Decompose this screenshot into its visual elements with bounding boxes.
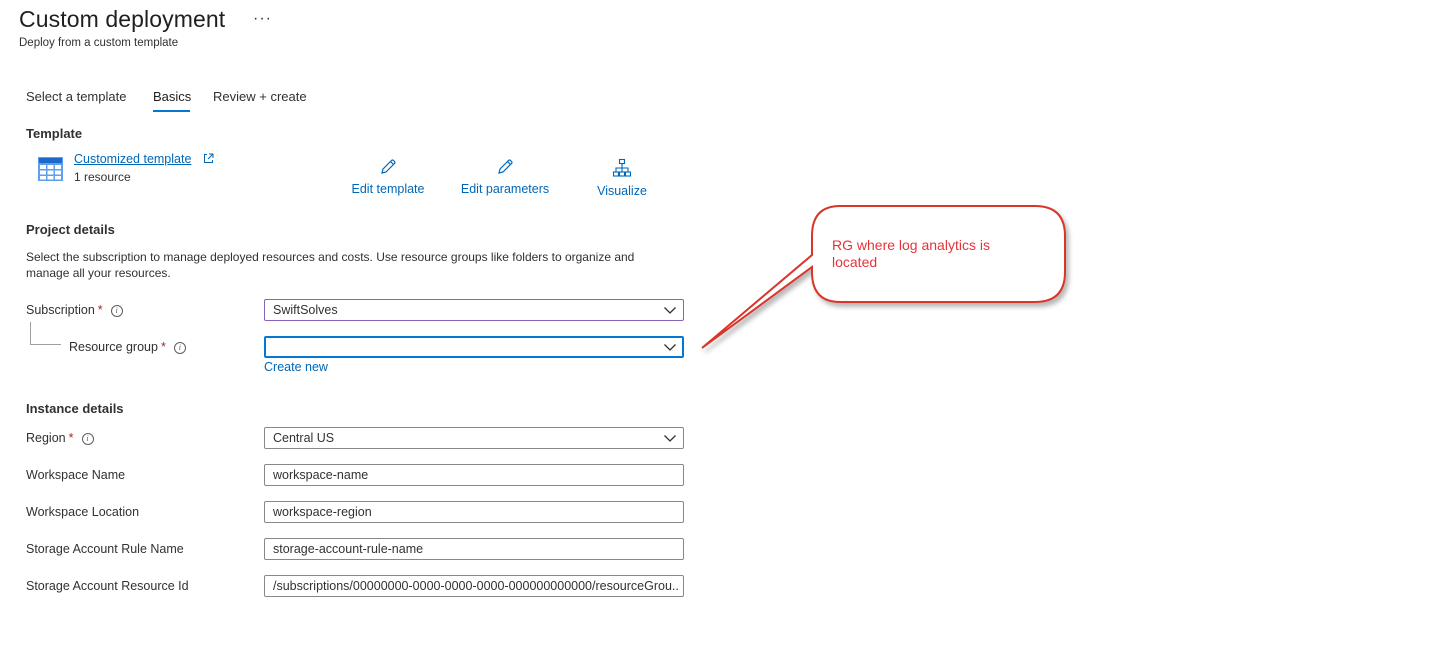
required-marker: * bbox=[97, 303, 103, 317]
visualize-label: Visualize bbox=[597, 184, 647, 198]
required-marker: * bbox=[68, 431, 74, 445]
chevron-down-icon bbox=[664, 307, 676, 314]
info-icon[interactable]: i bbox=[110, 305, 123, 317]
workspace-location-input[interactable]: workspace-region bbox=[264, 501, 684, 523]
storage-account-resource-id-input[interactable]: /subscriptions/00000000-0000-0000-0000-0… bbox=[264, 575, 684, 597]
create-new-link[interactable]: Create new bbox=[264, 360, 328, 374]
edit-parameters-button[interactable]: Edit parameters bbox=[450, 158, 560, 196]
info-icon[interactable]: i bbox=[173, 342, 186, 354]
tree-connector-horizontal bbox=[30, 344, 61, 345]
storage-account-resource-id-value: /subscriptions/00000000-0000-0000-0000-0… bbox=[273, 579, 678, 593]
storage-account-rule-name-label: Storage Account Rule Name bbox=[26, 542, 184, 556]
tree-connector-vertical bbox=[30, 322, 31, 344]
storage-account-rule-name-value: storage-account-rule-name bbox=[273, 542, 424, 556]
page-subtitle: Deploy from a custom template bbox=[19, 37, 179, 49]
region-label: Region * i bbox=[26, 431, 94, 445]
ellipsis-icon[interactable]: ··· bbox=[253, 10, 272, 28]
chevron-down-icon bbox=[664, 344, 676, 351]
edit-template-button[interactable]: Edit template bbox=[333, 158, 443, 196]
info-icon[interactable]: i bbox=[81, 433, 94, 445]
project-details-heading: Project details bbox=[26, 222, 115, 237]
workspace-name-label: Workspace Name bbox=[26, 468, 126, 482]
workspace-name-input[interactable]: workspace-name bbox=[264, 464, 684, 486]
region-dropdown[interactable]: Central US bbox=[264, 427, 684, 449]
callout-annotation bbox=[701, 205, 1066, 349]
storage-account-resource-id-label: Storage Account Resource Id bbox=[26, 579, 189, 593]
region-value: Central US bbox=[273, 431, 335, 445]
project-details-description: Select the subscription to manage deploy… bbox=[26, 250, 635, 280]
resource-group-label-text: Resource group bbox=[69, 340, 158, 354]
active-tab-indicator bbox=[153, 110, 190, 112]
page-title: Custom deployment bbox=[19, 6, 226, 32]
template-resource-count: 1 resource bbox=[74, 170, 131, 184]
subscription-dropdown[interactable]: SwiftSolves bbox=[264, 299, 684, 321]
external-link-icon[interactable] bbox=[203, 153, 214, 164]
hierarchy-icon bbox=[612, 158, 632, 177]
tab-review-create[interactable]: Review + create bbox=[213, 89, 307, 104]
template-grid-icon bbox=[38, 157, 63, 181]
workspace-name-value: workspace-name bbox=[273, 468, 369, 482]
pencil-icon bbox=[381, 159, 396, 174]
instance-details-heading: Instance details bbox=[26, 401, 124, 416]
resource-group-label: Resource group * i bbox=[69, 340, 186, 354]
subscription-label-text: Subscription bbox=[26, 303, 95, 317]
subscription-label: Subscription * i bbox=[26, 303, 123, 317]
pencil-icon bbox=[498, 159, 513, 174]
edit-template-label: Edit template bbox=[351, 182, 425, 196]
tab-basics[interactable]: Basics bbox=[153, 89, 191, 104]
resource-group-dropdown[interactable] bbox=[264, 336, 684, 358]
callout-text: RG where log analytics is located bbox=[832, 237, 990, 270]
region-label-text: Region bbox=[26, 431, 66, 445]
customized-template-link[interactable]: Customized template bbox=[74, 152, 191, 166]
workspace-location-value: workspace-region bbox=[273, 505, 372, 519]
tab-select-a-template[interactable]: Select a template bbox=[26, 89, 126, 104]
required-marker: * bbox=[160, 340, 166, 354]
template-heading: Template bbox=[26, 126, 83, 141]
workspace-location-label: Workspace Location bbox=[26, 505, 140, 519]
storage-account-rule-name-input[interactable]: storage-account-rule-name bbox=[264, 538, 684, 560]
visualize-button[interactable]: Visualize bbox=[567, 158, 677, 198]
edit-parameters-label: Edit parameters bbox=[460, 182, 550, 196]
chevron-down-icon bbox=[664, 435, 676, 442]
subscription-value: SwiftSolves bbox=[273, 303, 338, 317]
